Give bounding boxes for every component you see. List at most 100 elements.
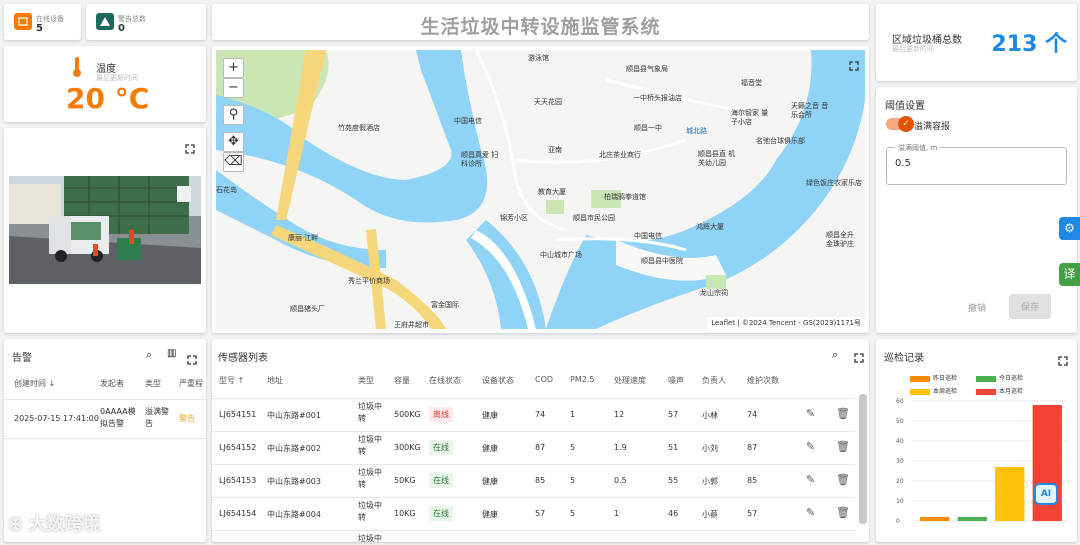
move-tool-icon[interactable]: ✥ <box>223 132 244 152</box>
sensor-pm25: 1 <box>570 410 576 419</box>
sensor-capacity: 10KG <box>394 509 416 518</box>
sensor-owner: 小蔡 <box>702 510 718 519</box>
edit-icon[interactable]: ✎ <box>806 407 815 420</box>
column-header[interactable]: 维护次数 <box>747 375 779 386</box>
cancel-button[interactable]: 撤销 <box>956 295 998 320</box>
edit-icon[interactable]: ✎ <box>806 506 815 519</box>
marker-tool-icon[interactable]: ⚲ <box>223 105 244 125</box>
map-label: 绿色饭庄农家乐店 <box>806 179 862 187</box>
fullscreen-icon[interactable] <box>854 348 864 367</box>
bar-1[interactable] <box>920 517 950 521</box>
alarm-count-value: 0 <box>118 23 125 34</box>
region-total-value: 213 个 <box>991 32 1067 57</box>
map-label: 顺昌猪头厂 <box>290 305 325 313</box>
map-attribution[interactable]: Leaflet | ©2024 Tencent - GS(2023)1171号 <box>707 317 865 329</box>
region-total-card: 区域垃圾桶总数 最后更新时间 213 个 <box>876 4 1077 81</box>
column-header[interactable]: 型号 ↑ <box>219 375 244 386</box>
translate-icon[interactable]: 译 <box>1059 263 1080 286</box>
fullscreen-icon[interactable] <box>187 350 197 369</box>
map-label: 海尔智家 量子小店 <box>731 109 769 126</box>
device-status: 健康 <box>482 411 498 420</box>
overflow-threshold-input[interactable] <box>895 158 1045 169</box>
table-row[interactable]: LJ654151 中山东路#001 垃圾中转 500KG 离线 健康 74 1 … <box>212 398 855 431</box>
column-header[interactable]: 创建时间 ↓ <box>14 378 55 389</box>
table-row[interactable]: LJ654152 中山东路#002 垃圾中转 300KG 在线 健康 87 5 … <box>212 431 855 464</box>
overflow-threshold-label: 溢满阈值, m <box>895 143 941 153</box>
table-row[interactable]: LJ654153 中山东路#003 垃圾中转 50KG 在线 健康 85 5 0… <box>212 464 855 497</box>
eraser-tool-icon[interactable]: ⌫ <box>223 152 244 172</box>
column-header[interactable]: 负责人 <box>702 375 726 386</box>
column-header[interactable]: COD <box>535 375 553 384</box>
region-total-updated: 最后更新时间 <box>892 45 934 53</box>
ai-icon[interactable]: AI <box>1034 483 1058 505</box>
delete-icon[interactable]: 🗑 <box>836 407 850 420</box>
column-header[interactable]: 发起者 <box>100 378 124 389</box>
column-header[interactable]: 类型 <box>358 375 374 386</box>
map-label: 顺昌一中 <box>634 124 662 132</box>
map-label: 顺昌全升 金珠驴庄 <box>826 231 854 248</box>
zoom-in-button[interactable]: + <box>223 58 244 78</box>
settings-icon[interactable]: ⚙ <box>1059 217 1080 240</box>
online-status-badge: 在线 <box>429 473 453 488</box>
online-devices-value: 5 <box>36 23 43 34</box>
fullscreen-icon[interactable] <box>185 139 195 158</box>
table-row[interactable]: 垃圾中 <box>212 530 855 542</box>
edit-icon[interactable]: ✎ <box>806 473 815 486</box>
map-label: 一中桥头报油店 <box>633 94 682 102</box>
sensor-capacity: 500KG <box>394 410 421 419</box>
search-icon[interactable]: ⌕ <box>832 348 838 362</box>
column-header[interactable]: PM2.5 <box>570 375 594 384</box>
alarm-severity: 警告 <box>179 414 195 423</box>
map-view[interactable]: 游泳馆 顺昌县气象局 福音堂 天天花园 一中桥头报油店 中国电信 顺昌一中 海尔… <box>216 50 865 329</box>
y-tick-label: 0 <box>896 518 900 525</box>
overflow-threshold-field[interactable]: 溢满阈值, m <box>886 143 1067 185</box>
table-row[interactable]: 2025-07-15 17:41:00 0AAAA模拟告警 溢满警告 警告 <box>4 399 206 439</box>
table-scrollbar[interactable] <box>859 394 867 524</box>
column-header[interactable]: 地址 <box>267 375 283 386</box>
y-tick-label: 60 <box>896 398 904 405</box>
bar-3[interactable] <box>995 467 1025 521</box>
search-icon[interactable]: ⌕ <box>146 348 152 362</box>
overflow-alarm-toggle[interactable]: ✓ <box>886 116 914 132</box>
map-label: 顺昌市民公园 <box>573 214 615 222</box>
save-button[interactable]: 保存 <box>1009 294 1052 319</box>
alarm-time: 2025-07-15 17:41:00 <box>14 414 99 423</box>
camera-card <box>4 128 206 333</box>
sensor-noise: 51 <box>668 443 679 452</box>
y-tick-label: 30 <box>896 458 904 465</box>
map-label: 顺昌县气象局 <box>626 65 668 73</box>
map-label: 秀兰平价商场 <box>348 277 390 285</box>
column-header[interactable]: 在线状态 <box>429 375 461 386</box>
map-label: 北庄茶业商行 <box>599 151 641 159</box>
map-label: 亚南 <box>548 146 562 154</box>
map-fullscreen-icon[interactable] <box>849 56 859 75</box>
delete-icon[interactable]: 🗑 <box>836 440 850 453</box>
column-header[interactable]: 设备状态 <box>482 375 514 386</box>
y-tick-label: 40 <box>896 438 904 445</box>
column-header[interactable]: 类型 <box>145 378 161 389</box>
columns-icon[interactable]: ▥ <box>167 348 176 359</box>
sensor-model: LJ654154 <box>219 509 257 518</box>
edit-icon[interactable]: ✎ <box>806 440 815 453</box>
bar-2[interactable] <box>957 517 987 521</box>
zoom-out-button[interactable]: − <box>223 78 244 98</box>
online-status-badge: 在线 <box>429 440 453 455</box>
sensor-maintenance: 74 <box>747 410 758 419</box>
map-label: 城北路 <box>686 127 707 135</box>
sensor-address: 中山东路#003 <box>267 477 321 486</box>
delete-icon[interactable]: 🗑 <box>836 473 850 486</box>
table-row[interactable]: LJ654154 中山东路#004 垃圾中转 10KG 在线 健康 57 5 1… <box>212 497 855 530</box>
sensor-cod: 85 <box>535 476 546 485</box>
sensor-speed: 1.9 <box>614 443 627 452</box>
sensor-cod: 74 <box>535 410 546 419</box>
column-header[interactable]: 容量 <box>394 375 410 386</box>
map-label: 富金国际 <box>431 301 459 309</box>
delete-icon[interactable]: 🗑 <box>836 506 850 519</box>
camera-image <box>9 176 201 284</box>
temperature-card: 温度 最后更新时间 20 °C <box>4 46 206 122</box>
column-header[interactable]: 严重程 <box>179 378 203 389</box>
column-header[interactable]: 噪声 <box>668 375 684 386</box>
column-header[interactable]: 处理速度 <box>614 375 646 386</box>
patrol-chart-card: 巡检记录 昨日巡检 今日巡检 本周巡检 本月巡检 0 10 20 30 40 50 60 A… <box>876 339 1077 542</box>
device-status: 健康 <box>482 444 498 453</box>
